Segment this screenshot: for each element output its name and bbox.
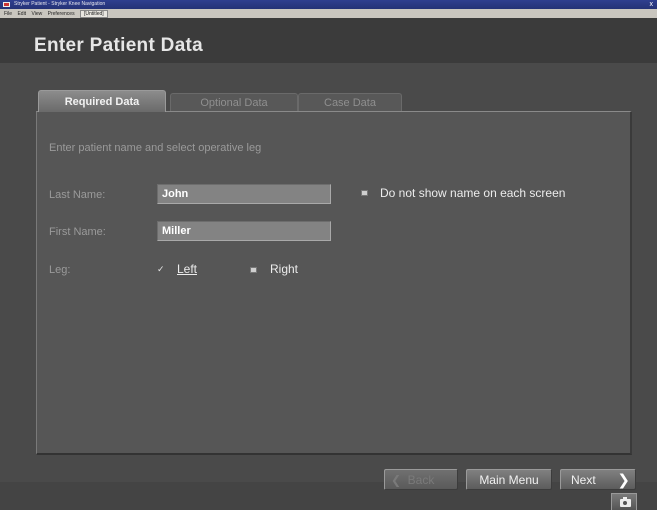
back-button-label: Back [407, 473, 435, 487]
camera-icon [620, 497, 631, 507]
required-data-panel [36, 111, 632, 455]
back-button[interactable]: ❮ Back [384, 469, 458, 490]
tab-case-data[interactable]: Case Data [298, 93, 402, 112]
last-name-input[interactable]: John [157, 184, 331, 204]
menu-file[interactable]: File [4, 11, 12, 17]
right-leg-checkbox[interactable] [250, 267, 257, 273]
menu-bar: File Edit View Preferences [Untitled] [0, 9, 657, 18]
menu-view[interactable]: View [31, 11, 42, 17]
leg-label: Leg: [49, 264, 71, 276]
chevron-left-icon: ❮ [391, 473, 402, 487]
main-menu-button-label: Main Menu [479, 473, 539, 487]
first-name-input[interactable]: Miller [157, 221, 331, 241]
next-button-label: Next [571, 473, 596, 487]
menu-document-tab[interactable]: [Untitled] [79, 10, 108, 18]
instruction-text: Enter patient name and select operative … [49, 142, 262, 154]
menu-edit[interactable]: Edit [17, 11, 26, 17]
window-close-icon[interactable]: x [650, 0, 654, 9]
bottom-bar [0, 482, 657, 510]
app-icon [3, 2, 10, 7]
window-title: Stryker Patient - Stryker Knee Navigatio… [14, 1, 106, 7]
first-name-label: First Name: [49, 226, 106, 238]
tab-optional-data[interactable]: Optional Data [170, 93, 298, 112]
hide-name-checkbox[interactable] [361, 190, 368, 196]
left-leg-check-icon[interactable]: ✓ [157, 265, 165, 274]
tab-required-data[interactable]: Required Data [38, 90, 166, 112]
hide-name-label[interactable]: Do not show name on each screen [380, 186, 565, 200]
menu-preferences[interactable]: Preferences [48, 11, 75, 17]
last-name-label: Last Name: [49, 189, 106, 201]
next-button[interactable]: Next ❯ [560, 469, 636, 490]
left-leg-option[interactable]: Left [177, 262, 197, 276]
main-menu-button[interactable]: Main Menu [466, 469, 552, 490]
screenshot-button[interactable] [611, 493, 637, 510]
right-leg-option[interactable]: Right [270, 262, 298, 276]
window-title-bar: Stryker Patient - Stryker Knee Navigatio… [0, 0, 657, 9]
page-title: Enter Patient Data [34, 35, 204, 56]
chevron-right-icon: ❯ [617, 472, 630, 489]
